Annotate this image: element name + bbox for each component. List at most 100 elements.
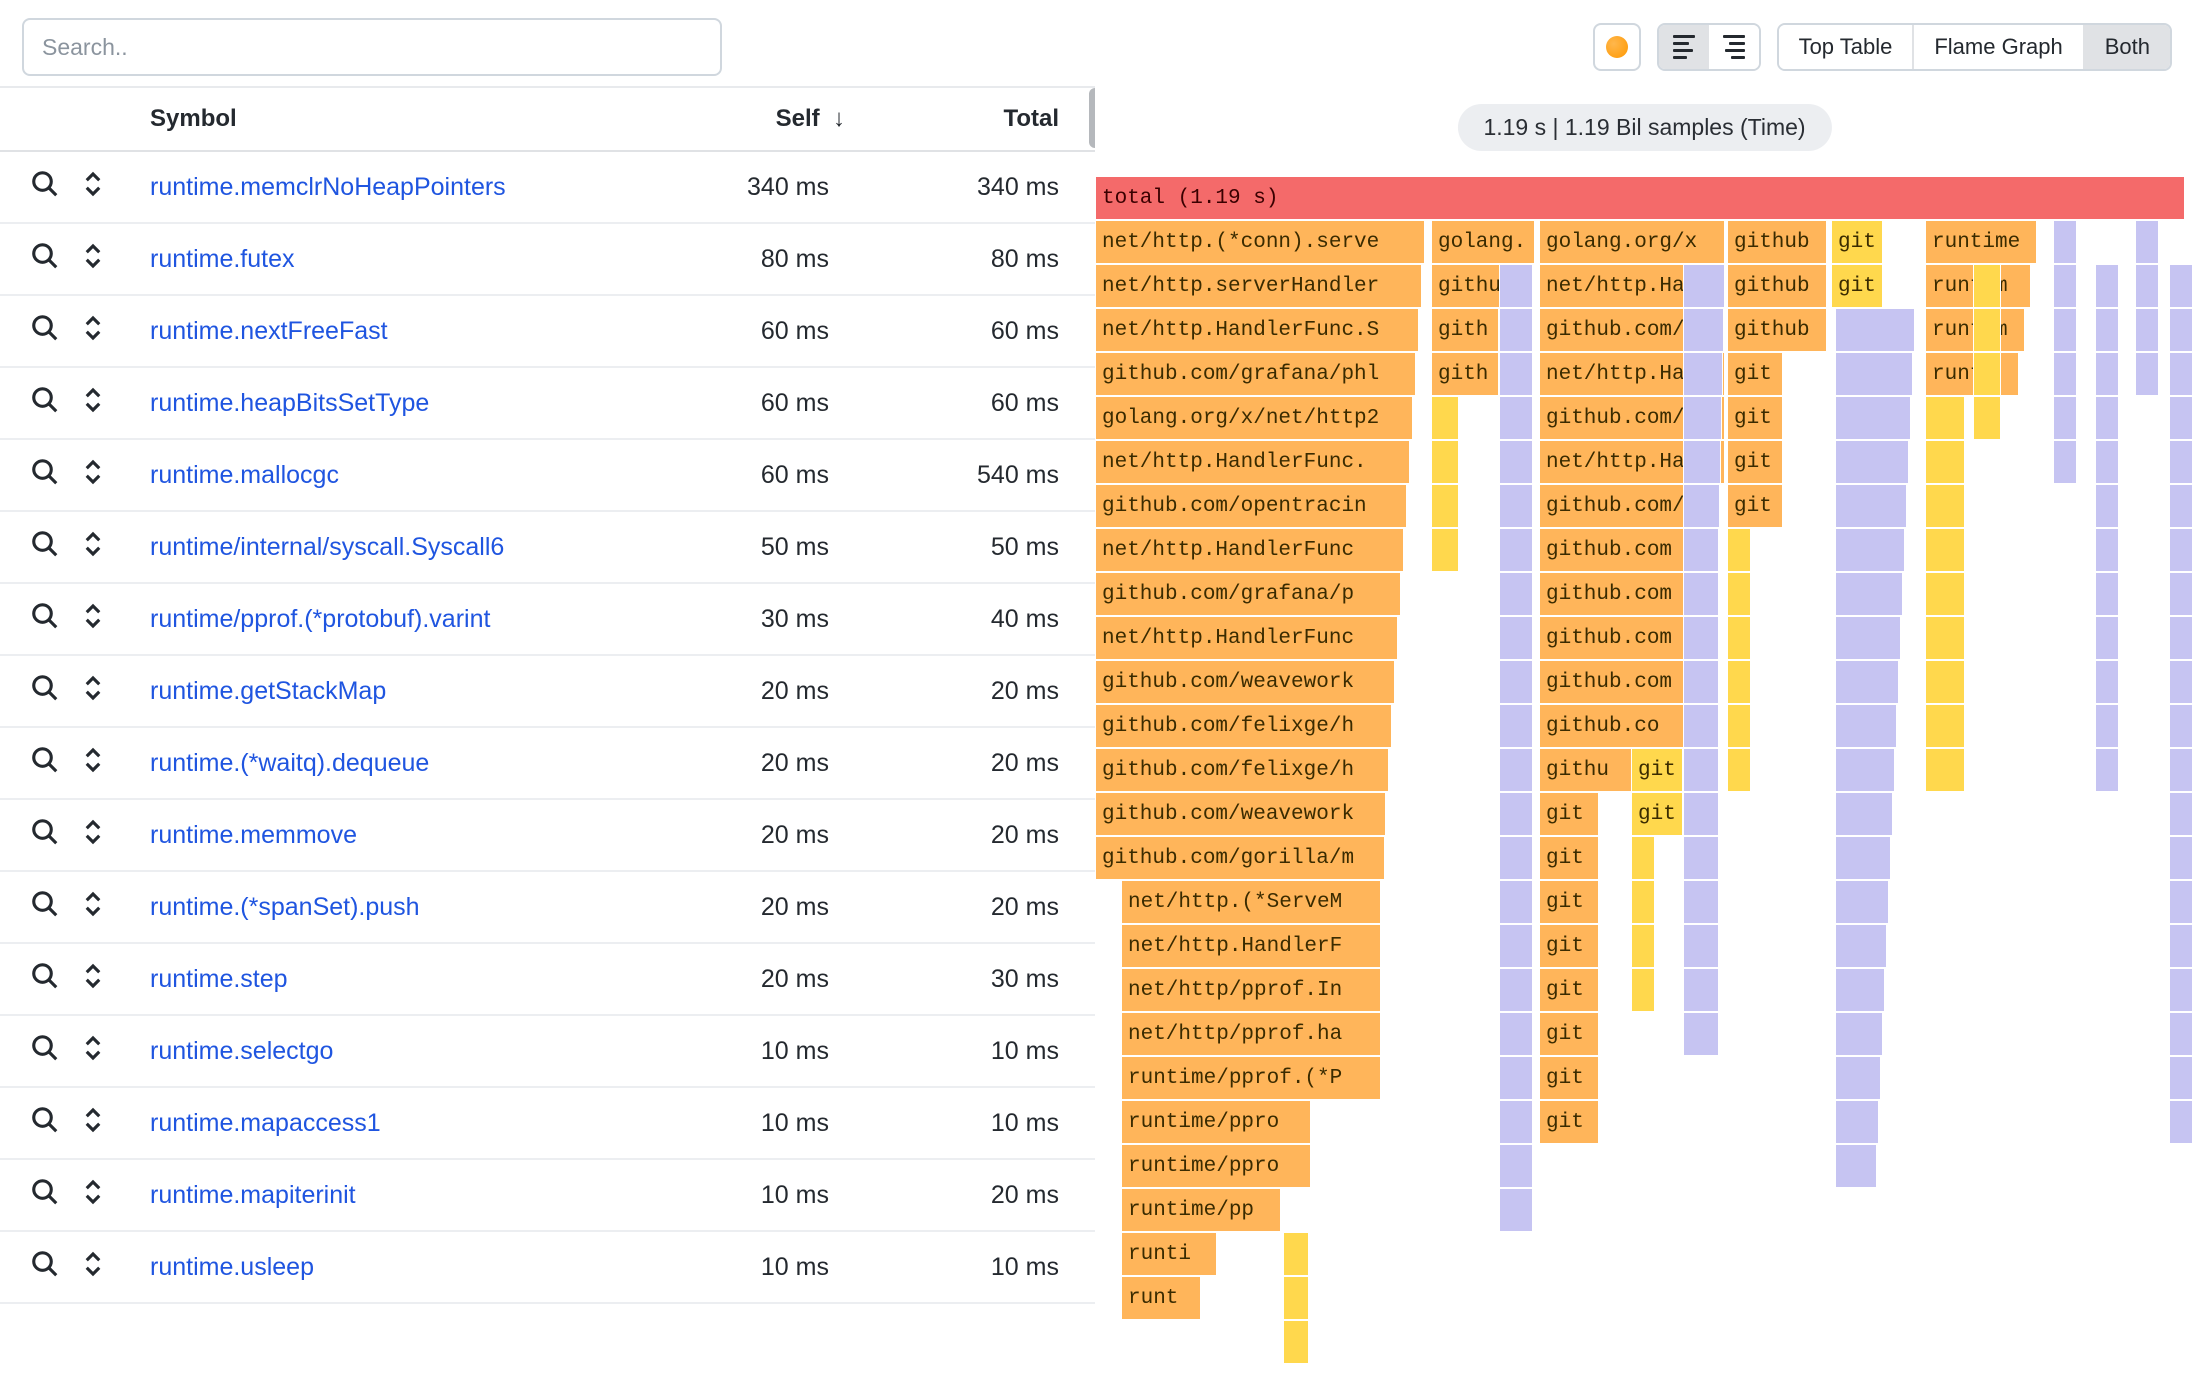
flame-cell[interactable]: github.com/weavework: [1095, 792, 1386, 836]
align-left-button[interactable]: [1659, 25, 1709, 69]
flame-cell[interactable]: [2169, 572, 2193, 616]
flame-cell[interactable]: [2169, 660, 2193, 704]
flame-cell[interactable]: [1499, 704, 1533, 748]
flame-cell[interactable]: [2169, 528, 2193, 572]
flame-cell[interactable]: [1683, 616, 1719, 660]
search-icon[interactable]: [30, 1177, 60, 1213]
flame-cell[interactable]: [1683, 748, 1719, 792]
flame-cell[interactable]: [1499, 1012, 1533, 1056]
flame-cell[interactable]: [2135, 220, 2159, 264]
flame-cell[interactable]: [1835, 836, 1891, 880]
flame-cell[interactable]: [1727, 616, 1751, 660]
flame-cell[interactable]: [2169, 1100, 2193, 1144]
symbol-link[interactable]: runtime.usleep: [130, 1253, 615, 1282]
search-icon[interactable]: [30, 313, 60, 349]
flame-cell[interactable]: [2169, 1012, 2193, 1056]
flame-cell[interactable]: [1499, 836, 1533, 880]
flame-cell[interactable]: [1499, 264, 1533, 308]
col-header-total[interactable]: Total: [845, 105, 1075, 133]
flame-cell[interactable]: [2053, 220, 2077, 264]
flame-cell[interactable]: [2169, 924, 2193, 968]
flame-cell[interactable]: github.com/grafana/phl: [1095, 352, 1416, 396]
flame-cell[interactable]: git: [1539, 924, 1599, 968]
flame-cell[interactable]: git: [1831, 220, 1883, 264]
flame-cell[interactable]: [1925, 660, 1965, 704]
flame-cell[interactable]: git: [1831, 264, 1883, 308]
flame-cell[interactable]: [2169, 264, 2193, 308]
flame-cell[interactable]: [1835, 792, 1893, 836]
search-icon[interactable]: [30, 457, 60, 493]
flame-cell[interactable]: net/http/pprof.ha: [1121, 1012, 1381, 1056]
flame-cell[interactable]: github.com/opentracin: [1095, 484, 1407, 528]
flame-cell[interactable]: git: [1539, 1100, 1599, 1144]
search-icon[interactable]: [30, 241, 60, 277]
flame-cell[interactable]: runtime/pprof.(*P: [1121, 1056, 1381, 1100]
flame-cell[interactable]: [1925, 396, 1965, 440]
flame-cell[interactable]: [1683, 396, 1722, 440]
flame-cell[interactable]: [1431, 484, 1459, 528]
expand-icon[interactable]: [78, 817, 108, 853]
flame-cell[interactable]: [1499, 1188, 1533, 1232]
flame-cell[interactable]: [1835, 924, 1887, 968]
flame-cell[interactable]: net/http.HandlerFunc: [1095, 528, 1404, 572]
search-icon[interactable]: [30, 745, 60, 781]
flame-cell[interactable]: [1925, 572, 1965, 616]
flame-cell[interactable]: [2095, 704, 2119, 748]
search-icon[interactable]: [30, 601, 60, 637]
flame-cell[interactable]: [1631, 924, 1655, 968]
expand-icon[interactable]: [78, 529, 108, 565]
flame-cell[interactable]: [2095, 484, 2119, 528]
flame-cell[interactable]: net/http/pprof.In: [1121, 968, 1381, 1012]
flame-cell[interactable]: [2169, 880, 2193, 924]
search-icon[interactable]: [30, 385, 60, 421]
flame-cell[interactable]: [1683, 836, 1719, 880]
flame-cell[interactable]: github.com/grafana/p: [1095, 572, 1401, 616]
flame-cell[interactable]: [2169, 792, 2193, 836]
flame-cell[interactable]: github.co: [1539, 704, 1693, 748]
flame-cell[interactable]: [1499, 484, 1533, 528]
expand-icon[interactable]: [78, 1033, 108, 1069]
align-right-button[interactable]: [1709, 25, 1759, 69]
flame-cell[interactable]: total (1.19 s): [1095, 176, 2185, 220]
flame-cell[interactable]: [1683, 880, 1719, 924]
flame-cell[interactable]: [1835, 352, 1913, 396]
flame-cell[interactable]: githu: [1539, 748, 1633, 792]
flame-cell[interactable]: [1835, 528, 1905, 572]
flame-cell[interactable]: git: [1631, 792, 1683, 836]
flame-cell[interactable]: [1431, 440, 1459, 484]
flame-cell[interactable]: gith: [1431, 308, 1499, 352]
flame-cell[interactable]: net/http.serverHandler: [1095, 264, 1422, 308]
expand-icon[interactable]: [78, 673, 108, 709]
flame-cell[interactable]: git: [1539, 1012, 1599, 1056]
flame-cell[interactable]: [2053, 396, 2077, 440]
symbol-link[interactable]: runtime.heapBitsSetType: [130, 389, 615, 418]
flame-cell[interactable]: git: [1539, 968, 1599, 1012]
search-icon[interactable]: [30, 673, 60, 709]
flame-cell[interactable]: [2169, 704, 2193, 748]
expand-icon[interactable]: [78, 745, 108, 781]
flame-cell[interactable]: [1683, 660, 1719, 704]
flame-cell[interactable]: [2135, 308, 2159, 352]
flame-cell[interactable]: [2095, 440, 2119, 484]
flame-cell[interactable]: net/http.HandlerFunc: [1095, 616, 1398, 660]
expand-icon[interactable]: [78, 601, 108, 637]
flame-cell[interactable]: [1727, 704, 1751, 748]
flame-cell[interactable]: [1499, 440, 1533, 484]
expand-icon[interactable]: [78, 961, 108, 997]
flame-cell[interactable]: [2169, 396, 2193, 440]
flame-cell[interactable]: git: [1539, 880, 1599, 924]
flame-cell[interactable]: [1973, 352, 2001, 396]
flame-cell[interactable]: [2169, 748, 2193, 792]
flame-cell[interactable]: runtime/pp: [1121, 1188, 1281, 1232]
expand-icon[interactable]: [78, 1177, 108, 1213]
flame-cell[interactable]: [1499, 308, 1533, 352]
flame-cell[interactable]: runtime/ppro: [1121, 1100, 1311, 1144]
symbol-link[interactable]: runtime.nextFreeFast: [130, 317, 615, 346]
align-toggle[interactable]: [1657, 23, 1761, 71]
flame-cell[interactable]: gith: [1431, 352, 1499, 396]
flame-cell[interactable]: runt: [1925, 352, 2019, 396]
flame-cell[interactable]: [1683, 968, 1719, 1012]
symbol-link[interactable]: runtime.getStackMap: [130, 677, 615, 706]
flame-cell[interactable]: [1925, 616, 1965, 660]
symbol-link[interactable]: runtime.memclrNoHeapPointers: [130, 173, 615, 202]
